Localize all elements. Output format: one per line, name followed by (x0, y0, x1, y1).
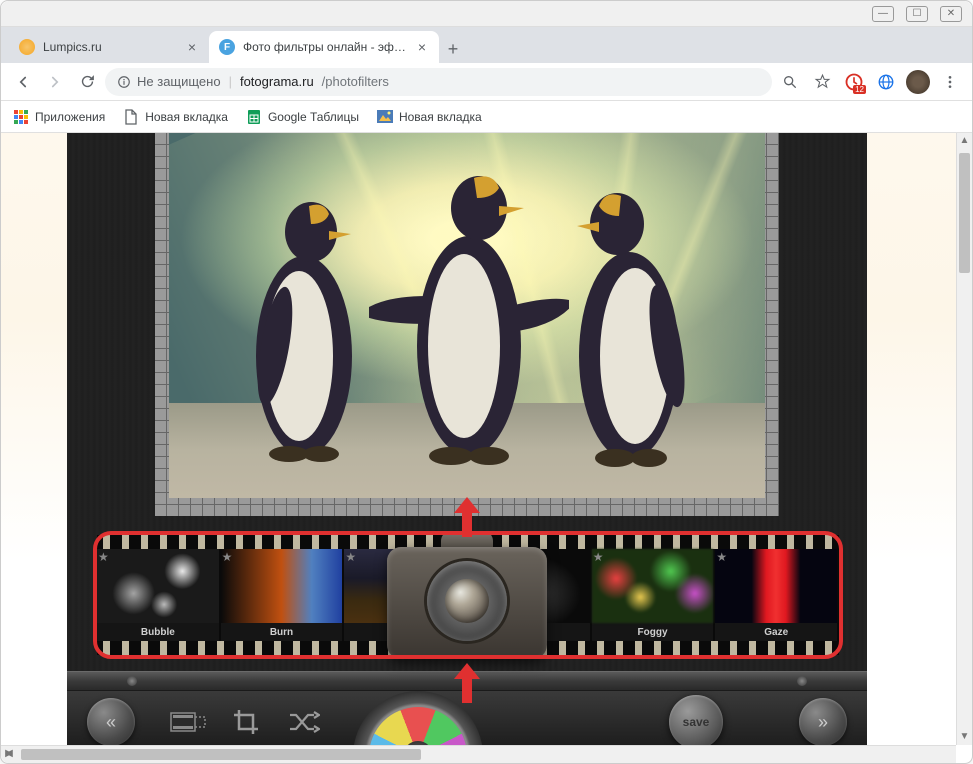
bookmark-star-icon[interactable] (808, 68, 836, 96)
filter-label: Burn (221, 623, 343, 641)
bookmark-label: Новая вкладка (145, 110, 228, 124)
url-path: /photofilters (322, 74, 389, 89)
back-button[interactable] (9, 68, 37, 96)
window-titlebar: — ☐ ✕ (1, 1, 972, 27)
bookmark-newtab-1[interactable]: Новая вкладка (123, 109, 228, 125)
tab-lumpics[interactable]: Lumpics.ru × (9, 31, 209, 63)
filter-thumb (97, 549, 219, 623)
filter-foggy[interactable]: ★ Foggy (592, 549, 716, 641)
tab-close-icon[interactable]: × (185, 40, 199, 54)
horizontal-scrollbar[interactable]: ◀ ▶ (1, 745, 956, 763)
translate-icon[interactable] (872, 68, 900, 96)
main-photo[interactable] (169, 133, 765, 498)
favicon-icon (19, 39, 35, 55)
penguin-center (369, 146, 569, 476)
bookmark-label: Новая вкладка (399, 110, 482, 124)
scroll-up-icon[interactable]: ▲ (957, 133, 972, 149)
bookmark-label: Приложения (35, 110, 105, 124)
save-button[interactable]: save (669, 695, 723, 745)
forward-button (41, 68, 69, 96)
doc-icon (123, 109, 139, 125)
bookmarks-bar: Приложения Новая вкладка Google Таблицы … (1, 101, 972, 133)
window-close-button[interactable]: ✕ (940, 6, 962, 22)
filter-thumb (221, 549, 343, 623)
search-in-page-icon[interactable] (776, 68, 804, 96)
penguin-right (549, 166, 719, 476)
security-indicator: Не защищено (117, 74, 221, 89)
bookmark-apps[interactable]: Приложения (13, 109, 105, 125)
filter-label: Gaze (715, 623, 837, 641)
extension-badge: 12 (853, 85, 866, 94)
menu-button[interactable] (936, 68, 964, 96)
scroll-thumb[interactable] (959, 153, 970, 273)
camera-ornament[interactable] (387, 523, 547, 669)
address-bar: Не защищено | fotograma.ru/photofilters … (1, 63, 972, 101)
image-icon (377, 109, 393, 125)
star-icon: ★ (345, 550, 356, 564)
reload-button[interactable] (73, 68, 101, 96)
new-tab-button[interactable]: + (439, 35, 467, 63)
photo-editor-app: ★ Bubble ★ Burn ★ Cyborg (67, 133, 867, 745)
sheets-icon (246, 109, 262, 125)
window-minimize-button[interactable]: — (872, 6, 894, 22)
tab-close-icon[interactable]: × (415, 40, 429, 54)
filter-label: Bubble (97, 623, 219, 641)
security-label: Не защищено (137, 74, 221, 89)
filter-label: Foggy (592, 623, 714, 641)
bookmark-label: Google Таблицы (268, 110, 359, 124)
penguin-left (229, 176, 379, 476)
tab-fotograma[interactable]: F Фото фильтры онлайн - эффект × (209, 31, 439, 63)
favicon-icon: F (219, 39, 235, 55)
url-field[interactable]: Не защищено | fotograma.ru/photofilters (105, 68, 772, 96)
browser-window: — ☐ ✕ Lumpics.ru × F Фото фильтры онлайн… (0, 0, 973, 764)
annotation-arrow-bottom (452, 663, 482, 708)
scroll-down-icon[interactable]: ▼ (957, 729, 972, 745)
apps-icon (13, 109, 29, 125)
url-host: fotograma.ru (240, 74, 314, 89)
filter-thumb (715, 549, 837, 623)
scroll-right-icon[interactable]: ▶ (1, 746, 17, 762)
film-roll-icon[interactable] (167, 706, 209, 738)
star-icon: ★ (593, 550, 604, 564)
star-icon: ★ (222, 550, 233, 564)
shuffle-icon[interactable] (283, 706, 325, 738)
vertical-scrollbar[interactable]: ▲ ▼ (956, 133, 972, 745)
filter-burn[interactable]: ★ Burn (221, 549, 345, 641)
star-icon: ★ (716, 550, 727, 564)
window-maximize-button[interactable]: ☐ (906, 6, 928, 22)
crop-icon[interactable] (225, 706, 267, 738)
bookmark-sheets[interactable]: Google Таблицы (246, 109, 359, 125)
page-content: ★ Bubble ★ Burn ★ Cyborg (1, 133, 972, 745)
filter-bubble[interactable]: ★ Bubble (97, 549, 221, 641)
tab-title: Фото фильтры онлайн - эффект (243, 40, 407, 54)
annotation-arrow-top (452, 497, 482, 542)
image-frame (155, 133, 779, 516)
filter-gaze[interactable]: ★ Gaze (715, 549, 839, 641)
bookmark-newtab-2[interactable]: Новая вкладка (377, 109, 482, 125)
extension-icon[interactable]: 12 (840, 68, 868, 96)
next-button[interactable]: » (799, 698, 847, 745)
profile-avatar[interactable] (904, 68, 932, 96)
info-icon (117, 75, 131, 89)
tab-strip: Lumpics.ru × F Фото фильтры онлайн - эфф… (1, 27, 972, 63)
star-icon: ★ (98, 550, 109, 564)
prev-button[interactable]: « (87, 698, 135, 745)
tab-title: Lumpics.ru (43, 40, 177, 54)
scroll-thumb[interactable] (21, 749, 421, 760)
filter-thumb (592, 549, 714, 623)
